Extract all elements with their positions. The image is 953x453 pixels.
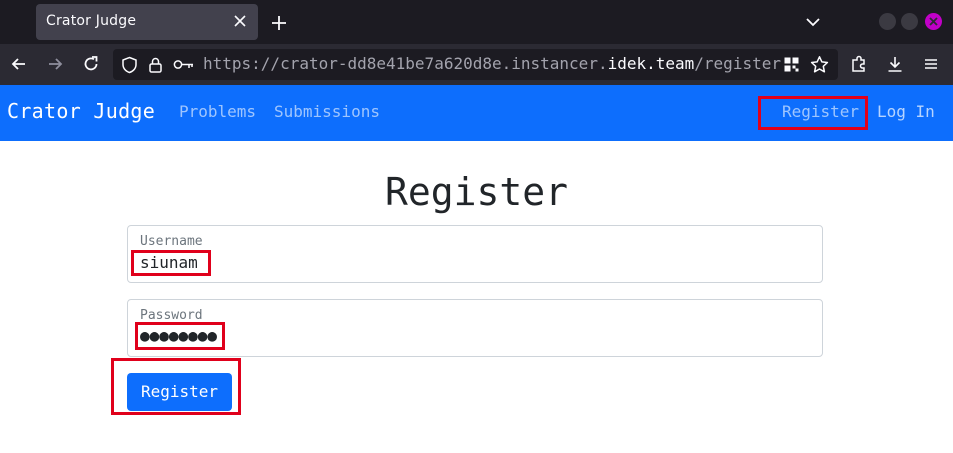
password-field[interactable]: Password ●●●●●●●● [127, 299, 823, 357]
reload-icon[interactable] [81, 54, 101, 74]
url-scheme: https:// [203, 54, 281, 73]
star-icon[interactable] [810, 55, 829, 74]
plus-icon[interactable] [268, 12, 290, 34]
highlight-box [131, 250, 211, 276]
url-bar[interactable]: https://crator-dd8e41be7a620d8e.instance… [113, 49, 838, 80]
brand-link[interactable]: Crator Judge [7, 99, 155, 123]
close-icon[interactable] [230, 11, 250, 31]
highlight-box [111, 358, 241, 415]
shield-icon[interactable] [121, 56, 138, 74]
maximize-button[interactable] [901, 13, 918, 30]
download-icon[interactable] [885, 54, 905, 74]
highlight-box [758, 96, 868, 130]
tab-title: Crator Judge [46, 13, 137, 29]
back-icon[interactable] [9, 54, 29, 74]
browser-tab-bar: Crator Judge [0, 0, 953, 44]
url-path: /register [694, 54, 781, 73]
minimize-button[interactable] [879, 13, 896, 30]
url-text: https://crator-dd8e41be7a620d8e.instance… [203, 54, 781, 73]
lock-icon[interactable] [148, 56, 163, 74]
highlight-box [135, 322, 225, 350]
nav-link-login[interactable]: Log In [877, 102, 935, 121]
password-label: Password [140, 308, 203, 323]
window-close-button[interactable] [925, 13, 942, 30]
url-subdomain: crator-dd8e41be7a620d8e.instancer. [280, 54, 608, 73]
username-label: Username [140, 234, 203, 249]
page-title: Register [384, 170, 569, 214]
username-field[interactable]: Username siunam [127, 225, 823, 283]
chevron-down-icon[interactable] [804, 14, 822, 30]
browser-tab[interactable]: Crator Judge [36, 4, 258, 40]
nav-link-submissions[interactable]: Submissions [274, 102, 380, 121]
nav-link-problems[interactable]: Problems [179, 102, 256, 121]
menu-icon[interactable] [921, 54, 941, 74]
extensions-icon[interactable] [849, 54, 869, 74]
url-host: idek.team [607, 54, 695, 73]
forward-icon[interactable] [45, 54, 65, 74]
browser-toolbar: https://crator-dd8e41be7a620d8e.instance… [0, 44, 953, 85]
close-icon [929, 17, 938, 26]
key-icon[interactable] [173, 58, 195, 71]
qr-code-icon[interactable] [783, 56, 800, 73]
